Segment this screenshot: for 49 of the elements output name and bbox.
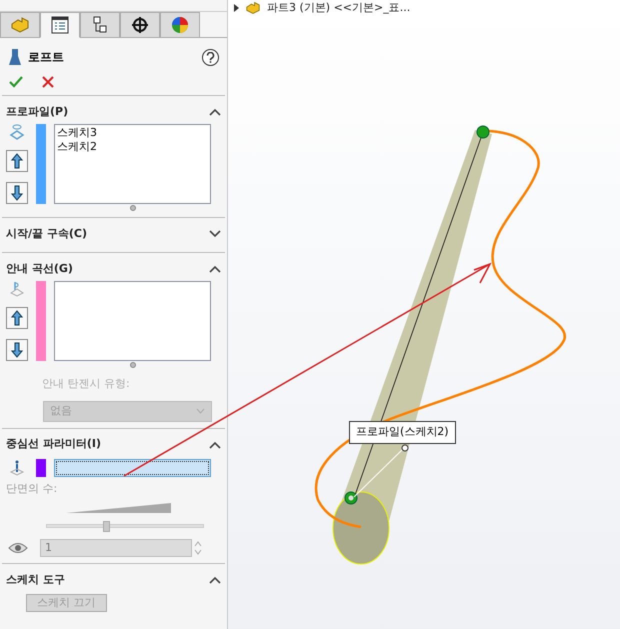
move-up-button[interactable] xyxy=(6,307,28,329)
profile-callout: 프로파일(스케치2) xyxy=(349,421,456,444)
section-title[interactable]: 프로파일(P) xyxy=(6,104,68,120)
move-up-button[interactable] xyxy=(6,150,28,172)
ramp-icon xyxy=(66,503,171,513)
feature-title: 로프트 xyxy=(28,49,64,66)
slider-thumb[interactable] xyxy=(103,521,110,532)
selection-list[interactable] xyxy=(54,281,211,361)
resize-handle[interactable] xyxy=(130,362,136,368)
cancel-button[interactable] xyxy=(40,74,56,90)
crosshair-icon xyxy=(130,16,150,34)
resize-handle[interactable] xyxy=(130,205,136,211)
list-item[interactable]: 스케치3 xyxy=(57,126,208,140)
expand-icon[interactable] xyxy=(209,230,221,238)
section-slider[interactable] xyxy=(46,521,204,533)
leader-handle[interactable] xyxy=(402,444,408,452)
list-icon xyxy=(50,16,70,34)
loft-icon xyxy=(8,48,22,66)
expand-arrow-icon[interactable] xyxy=(234,4,239,12)
panel-tab[interactable] xyxy=(120,12,160,38)
tree-item-label[interactable]: 파트3 (기본) <<기본>_표... xyxy=(267,0,410,16)
centerline-field[interactable] xyxy=(54,458,211,476)
leader-line xyxy=(354,448,404,498)
eye-icon[interactable] xyxy=(8,542,28,554)
help-button[interactable] xyxy=(202,48,219,66)
collapse-icon[interactable] xyxy=(209,440,221,448)
selection-list[interactable]: 스케치3 스케치2 xyxy=(54,124,211,204)
start-point-icon xyxy=(476,126,490,138)
centerline-icon xyxy=(9,460,25,476)
profile-icon xyxy=(9,124,25,140)
move-down-button[interactable] xyxy=(6,182,28,204)
panel-tab[interactable] xyxy=(80,12,120,38)
block-icon xyxy=(10,16,30,34)
section-title[interactable]: 스케치 도구 xyxy=(6,572,65,588)
part-icon xyxy=(245,1,261,15)
guide-curve-icon xyxy=(9,281,25,297)
color-ball-icon xyxy=(170,16,190,34)
ok-button[interactable] xyxy=(8,74,24,90)
section-title[interactable]: 시작/끝 구속(C) xyxy=(6,226,87,242)
caret-icon xyxy=(196,408,205,414)
sections-label: 단면의 수: xyxy=(5,480,58,496)
collapse-icon[interactable] xyxy=(209,576,221,584)
tangency-label: 안내 탄젠시 유형: xyxy=(41,376,131,392)
question-mark-icon xyxy=(206,52,215,62)
collapse-icon[interactable] xyxy=(209,108,221,116)
panel-tab[interactable] xyxy=(40,12,80,38)
section-title[interactable]: 중심선 파라미터(I) xyxy=(6,436,101,453)
move-down-button[interactable] xyxy=(6,339,28,361)
list-item[interactable]: 스케치2 xyxy=(57,140,208,154)
